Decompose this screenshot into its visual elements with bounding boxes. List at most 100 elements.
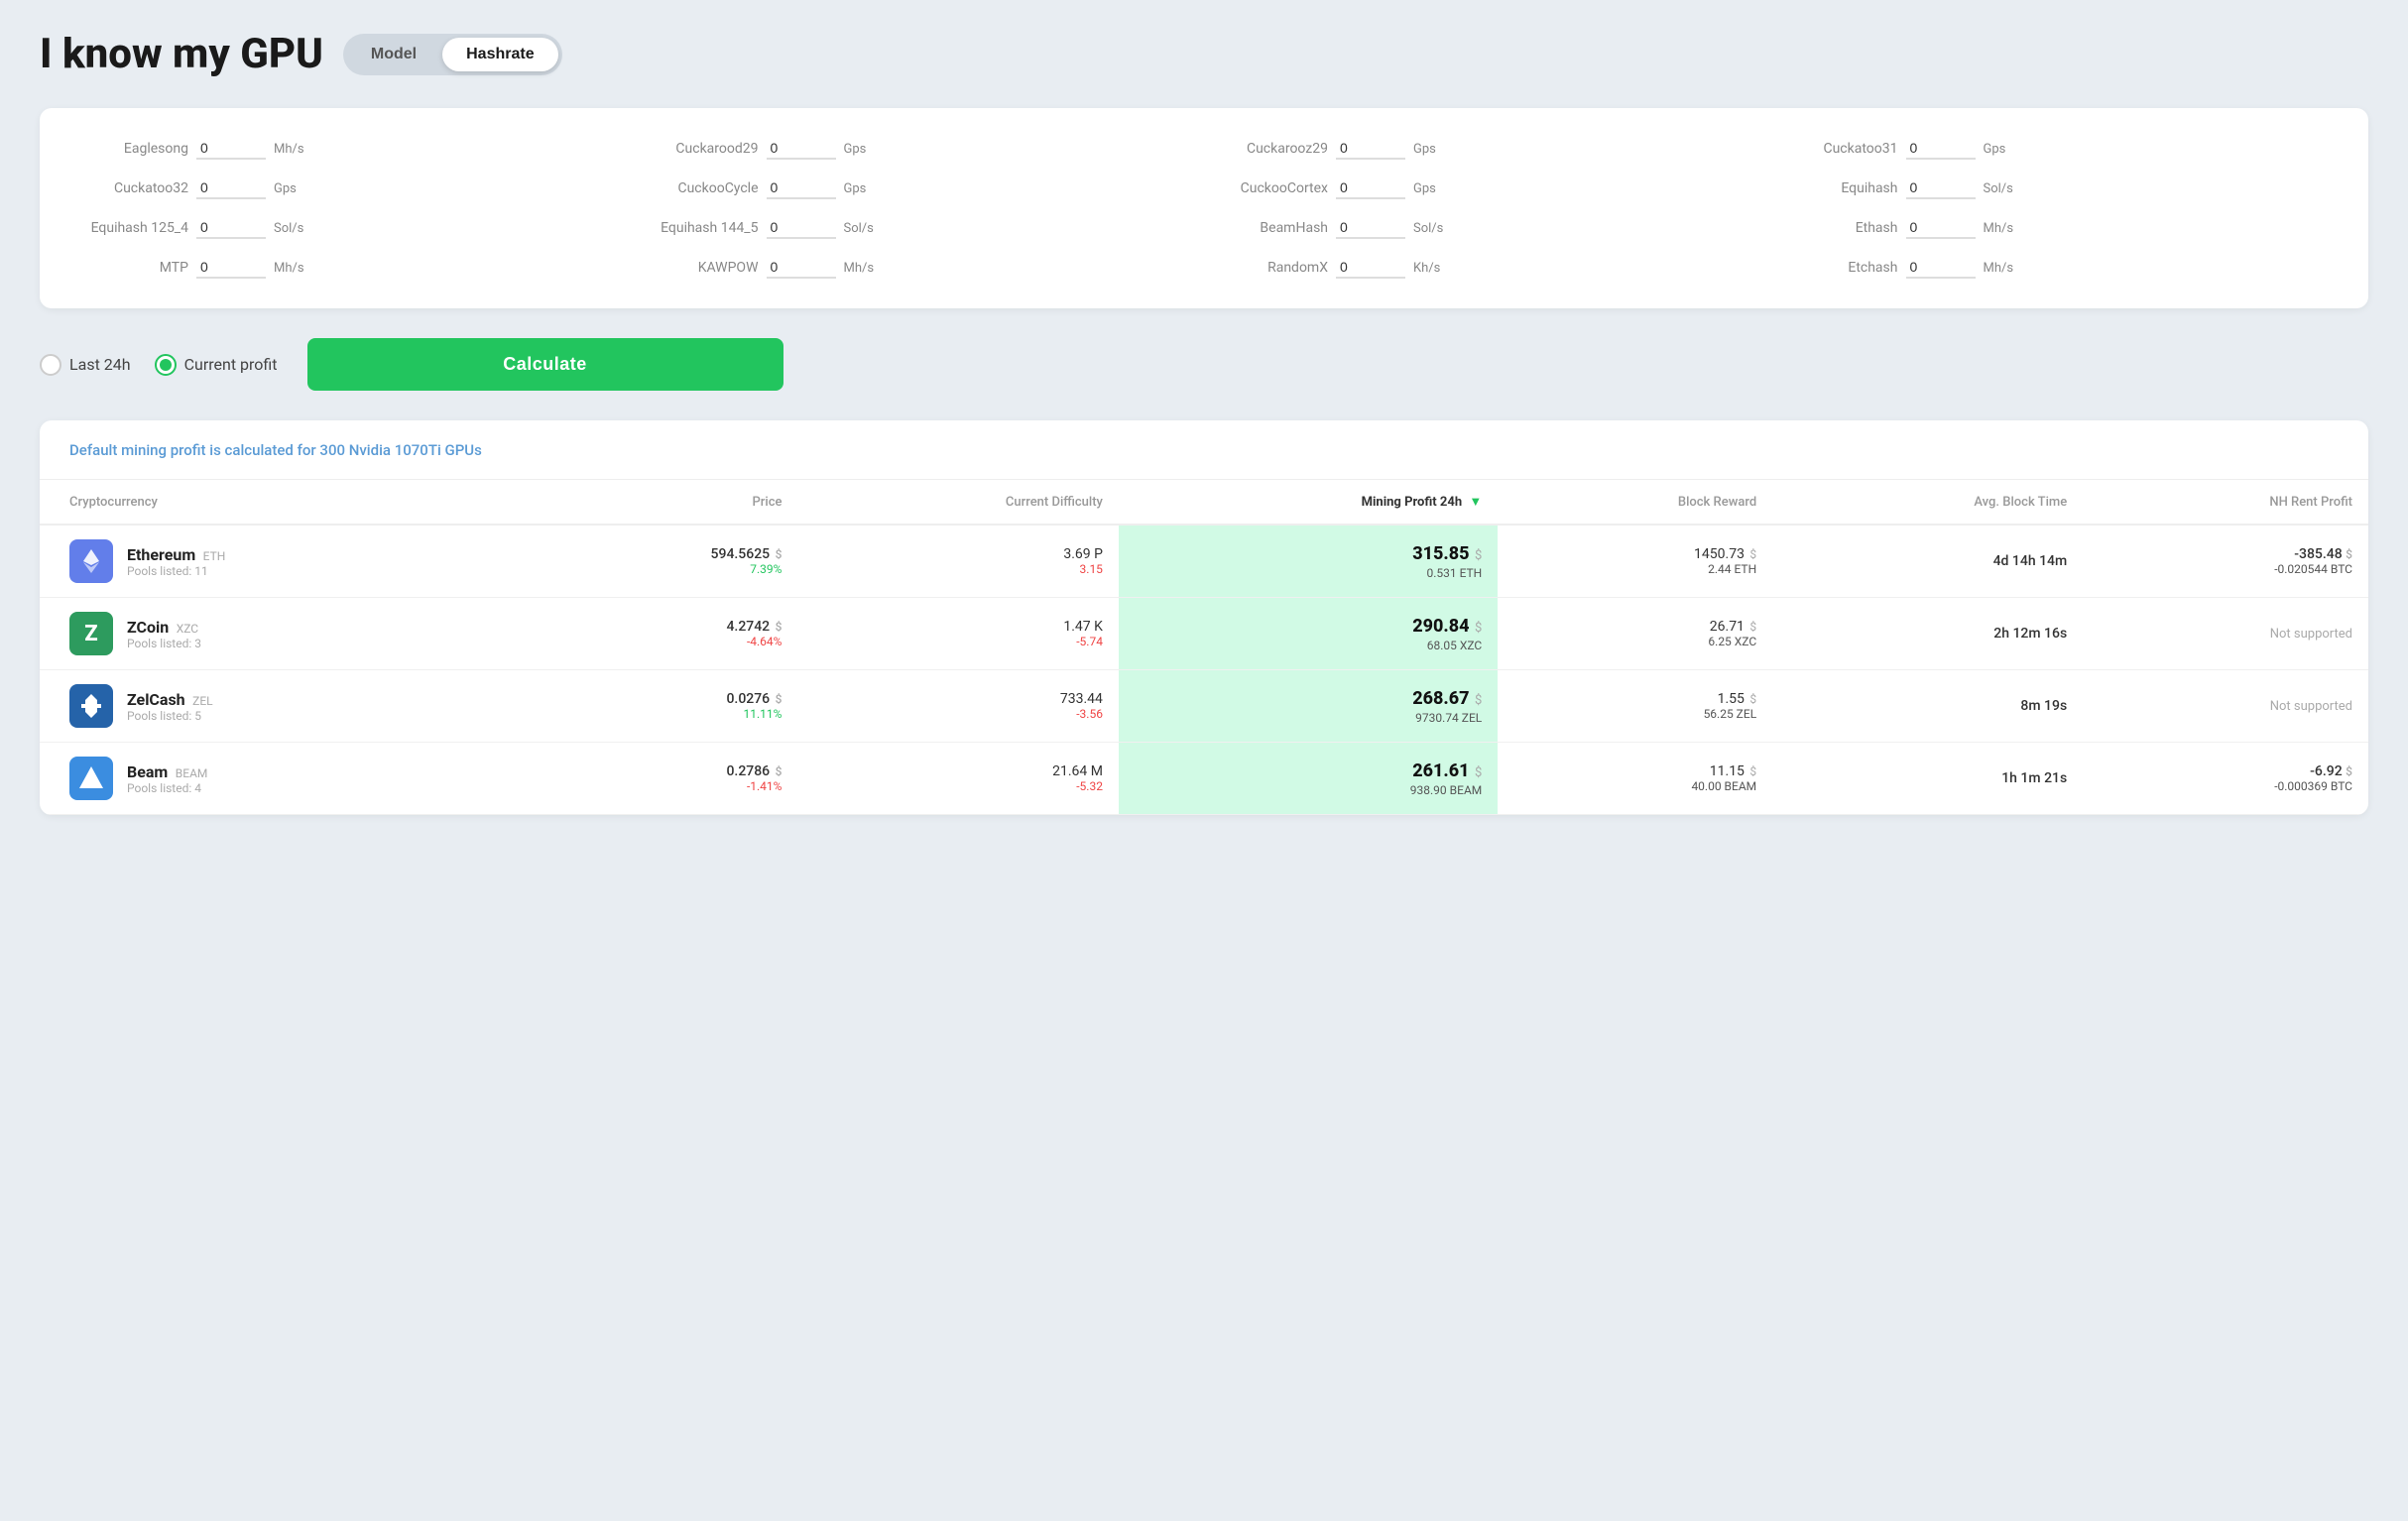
profit-main-row: 261.61 $ [1135, 760, 1482, 781]
reward-main: 1450.73 $ [1513, 546, 1756, 562]
sort-arrow-icon: ▼ [1469, 494, 1482, 510]
hashrate-unit: Sol/s [844, 221, 874, 236]
nh-main: -385.48 $ [2099, 546, 2352, 562]
col-avg-block-time: Avg. Block Time [1772, 480, 2083, 525]
hashrate-input[interactable] [196, 138, 266, 160]
hashrate-input[interactable] [1906, 217, 1976, 239]
hashrate-unit: Gps [1413, 142, 1436, 157]
profit-main-row: 268.67 $ [1135, 688, 1482, 709]
results-panel: Default mining profit is calculated for … [40, 420, 2368, 815]
crypto-icon [69, 539, 113, 583]
profit-main: 290.84 [1412, 616, 1469, 637]
profit-dollar: $ [1475, 693, 1482, 708]
col-nh-rent-profit: NH Rent Profit [2083, 480, 2368, 525]
diff-main: 733.44 [813, 691, 1102, 707]
reward-sub: 6.25 XZC [1513, 635, 1756, 648]
nh-profit-cell: Not supported [2083, 670, 2368, 743]
hashrate-input[interactable] [1906, 257, 1976, 279]
hashrate-input[interactable] [767, 138, 836, 160]
hashrate-unit: Gps [1984, 142, 2006, 157]
table-header: Cryptocurrency Price Current Difficulty … [40, 480, 2368, 525]
crypto-pools: Pools listed: 4 [127, 781, 207, 795]
current-profit-radio-circle [155, 354, 177, 376]
block-reward-cell: 1450.73 $ 2.44 ETH [1498, 525, 1772, 598]
block-time-cell: 2h 12m 16s [1772, 598, 2083, 670]
crypto-ticker: ETH [203, 549, 226, 563]
block-time: 2h 12m 16s [1993, 626, 2067, 642]
crypto-cell: ZelCash ZEL Pools listed: 5 [40, 670, 542, 743]
calculate-button[interactable]: Calculate [307, 338, 783, 391]
hashrate-input[interactable] [1336, 257, 1405, 279]
current-profit-radio[interactable]: Current profit [155, 354, 278, 376]
block-time: 1h 1m 21s [2001, 770, 2067, 786]
diff-main: 21.64 M [813, 763, 1102, 779]
hashrate-item: Eaglesong Mh/s [79, 138, 620, 160]
hashrate-input[interactable] [767, 257, 836, 279]
hashrate-toggle-btn[interactable]: Hashrate [442, 38, 557, 71]
hashrate-label: Equihash 125_4 [79, 220, 188, 236]
block-reward-cell: 11.15 $ 40.00 BEAM [1498, 743, 1772, 815]
hashrate-label: CuckooCycle [650, 180, 759, 196]
hashrate-label: Equihash [1789, 180, 1898, 196]
hashrate-input[interactable] [1336, 177, 1405, 199]
price-pct: -4.64% [557, 635, 783, 648]
hashrate-unit: Mh/s [1984, 221, 2014, 236]
col-block-reward: Block Reward [1498, 480, 1772, 525]
profit-main: 261.61 [1412, 760, 1469, 781]
col-price: Price [542, 480, 798, 525]
block-reward-cell: 26.71 $ 6.25 XZC [1498, 598, 1772, 670]
block-reward-cell: 1.55 $ 56.25 ZEL [1498, 670, 1772, 743]
difficulty-cell: 1.47 K -5.74 [797, 598, 1118, 670]
profit-cell: 290.84 $ 68.05 XZC [1119, 598, 1498, 670]
profit-main: 268.67 [1412, 688, 1469, 709]
hashrate-input[interactable] [196, 257, 266, 279]
last24h-radio[interactable]: Last 24h [40, 354, 131, 376]
hashrate-label: Ethash [1789, 220, 1898, 236]
hashrate-item: Etchash Mh/s [1789, 257, 2330, 279]
nh-sub: -0.020544 BTC [2099, 562, 2352, 576]
hashrate-unit: Gps [844, 142, 867, 157]
price-cell: 0.0276 $ 11.11% [542, 670, 798, 743]
crypto-info: Ethereum ETH Pools listed: 11 [127, 545, 225, 578]
crypto-cell: Beam BEAM Pools listed: 4 [40, 743, 542, 815]
table-row: ZelCash ZEL Pools listed: 5 0.0276 $ 11.… [40, 670, 2368, 743]
price-cell: 4.2742 $ -4.64% [542, 598, 798, 670]
crypto-cell: Z ZCoin XZC Pools listed: 3 [40, 598, 542, 670]
hashrate-input[interactable] [1336, 217, 1405, 239]
hashrate-unit: Mh/s [274, 261, 304, 276]
hashrate-input[interactable] [196, 217, 266, 239]
price-cell: 0.2786 $ -1.41% [542, 743, 798, 815]
profit-main-row: 315.85 $ [1135, 543, 1482, 564]
hashrate-label: Cuckarood29 [650, 141, 759, 157]
diff-main: 3.69 P [813, 546, 1102, 562]
hashrate-unit: Sol/s [274, 221, 303, 236]
hashrate-item: KAWPOW Mh/s [650, 257, 1190, 279]
hashrate-input[interactable] [1906, 177, 1976, 199]
hashrate-item: Ethash Mh/s [1789, 217, 2330, 239]
hashrate-input[interactable] [1336, 138, 1405, 160]
crypto-ticker: XZC [177, 622, 198, 636]
results-table-container: Cryptocurrency Price Current Difficulty … [40, 480, 2368, 815]
crypto-pools: Pools listed: 11 [127, 564, 225, 578]
crypto-name: ZCoin [127, 618, 169, 637]
hashrate-unit: Sol/s [1984, 181, 2013, 196]
results-tbody: Ethereum ETH Pools listed: 11 594.5625 $… [40, 525, 2368, 815]
block-time-cell: 4d 14h 14m [1772, 525, 2083, 598]
col-difficulty: Current Difficulty [797, 480, 1118, 525]
col-mining-profit[interactable]: Mining Profit 24h ▼ [1119, 480, 1498, 525]
hashrate-input[interactable] [196, 177, 266, 199]
price-main: 4.2742 $ [557, 619, 783, 635]
hashrate-unit: Mh/s [274, 142, 304, 157]
hashrate-item: Cuckatoo31 Gps [1789, 138, 2330, 160]
model-toggle-btn[interactable]: Model [347, 38, 440, 71]
hashrate-input[interactable] [1906, 138, 1976, 160]
hashrate-unit: Gps [274, 181, 297, 196]
current-profit-label: Current profit [184, 355, 278, 374]
hashrate-input[interactable] [767, 217, 836, 239]
reward-sub: 40.00 BEAM [1513, 779, 1756, 793]
profit-sub: 9730.74 ZEL [1135, 711, 1482, 725]
results-info-text: Default mining profit is calculated for … [69, 441, 482, 459]
hashrate-label: Cuckatoo32 [79, 180, 188, 196]
hashrate-label: Eaglesong [79, 141, 188, 157]
hashrate-input[interactable] [767, 177, 836, 199]
